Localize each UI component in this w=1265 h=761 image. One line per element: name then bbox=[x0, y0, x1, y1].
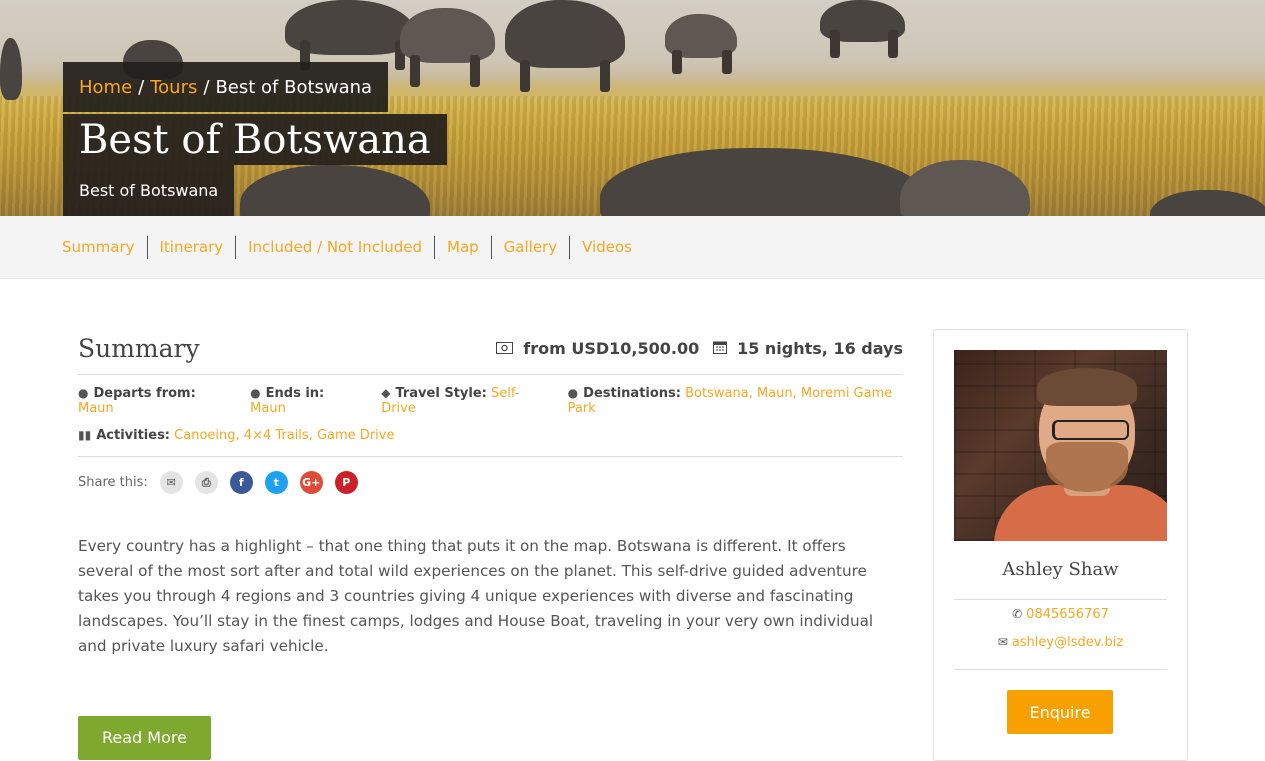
agent-email: ✉ ashley@lsdev.biz bbox=[934, 635, 1187, 650]
elephant-leg bbox=[520, 60, 530, 92]
tour-description: Every country has a highlight – that one… bbox=[78, 537, 874, 655]
money-icon bbox=[496, 341, 518, 358]
elephant-leg bbox=[470, 55, 480, 87]
price-fact: from USD10,500.00 bbox=[496, 339, 699, 358]
share-email-icon[interactable]: ✉ bbox=[159, 471, 183, 494]
envelope-icon: ✉ bbox=[997, 635, 1008, 649]
phone-icon: ✆ bbox=[1012, 607, 1023, 621]
globe-icon: ● bbox=[250, 386, 261, 400]
ends-label: Ends in: bbox=[265, 386, 325, 401]
comma: , bbox=[308, 427, 313, 443]
divider bbox=[954, 599, 1167, 600]
page-subtitle: Best of Botswana bbox=[63, 165, 235, 216]
departs-label: Departs from: bbox=[93, 386, 196, 401]
share-pinterest-icon[interactable]: P bbox=[334, 471, 358, 494]
summary-section: Summary from USD10,500.00 15 nights, 16 … bbox=[78, 328, 903, 761]
tab-videos[interactable]: Videos bbox=[569, 236, 644, 259]
breadcrumb-tours-link[interactable]: Tours bbox=[150, 77, 197, 98]
divider bbox=[954, 669, 1167, 670]
comma: , bbox=[235, 427, 240, 443]
agent-phone-link[interactable]: 0845656767 bbox=[1026, 607, 1109, 622]
breadcrumb: Home / Tours / Best of Botswana bbox=[63, 62, 389, 112]
destinations-label: Destinations: bbox=[583, 386, 681, 401]
tab-included[interactable]: Included / Not Included bbox=[235, 236, 434, 259]
breadcrumb-separator: / bbox=[203, 76, 210, 98]
elephant-leg bbox=[600, 60, 610, 92]
activities-label: Activities: bbox=[96, 427, 171, 443]
photo-hair bbox=[1037, 368, 1137, 406]
ends-meta: ● Ends in: Maun bbox=[250, 386, 357, 416]
price-text: from USD10,500.00 bbox=[523, 338, 700, 358]
agent-photo bbox=[954, 350, 1167, 541]
photo-glasses bbox=[1052, 420, 1129, 440]
duration-fact: 15 nights, 16 days bbox=[713, 339, 903, 358]
share-facebook-icon[interactable]: f bbox=[229, 471, 253, 494]
summary-title: Summary bbox=[78, 333, 200, 363]
calendar-icon bbox=[713, 341, 732, 358]
destination-link[interactable]: Maun bbox=[757, 386, 793, 401]
read-more-button[interactable]: Read More bbox=[78, 716, 211, 761]
style-meta: ◆ Travel Style: Self-Drive bbox=[381, 386, 543, 416]
agent-name: Ashley Shaw bbox=[1002, 559, 1119, 580]
tab-gallery[interactable]: Gallery bbox=[490, 236, 569, 259]
destination-link[interactable]: Botswana bbox=[685, 386, 749, 401]
tour-facts: from USD10,500.00 15 nights, 16 days bbox=[496, 339, 903, 358]
share-twitter-icon[interactable]: t bbox=[264, 471, 288, 494]
agent-phone: ✆ 0845656767 bbox=[934, 607, 1187, 622]
meta-row-locations: ● Departs from: Maun ● Ends in: Maun ◆ Trav… bbox=[78, 384, 903, 418]
elephant-leg bbox=[830, 30, 840, 58]
binoculars-icon: ▮▮ bbox=[78, 427, 92, 442]
breadcrumb-separator: / bbox=[138, 76, 145, 98]
breadcrumb-home-link[interactable]: Home bbox=[79, 77, 132, 98]
agent-email-link[interactable]: ashley@lsdev.biz bbox=[1012, 635, 1123, 650]
tour-meta: ● Departs from: Maun ● Ends in: Maun ◆ Trav… bbox=[78, 375, 903, 452]
departs-link[interactable]: Maun bbox=[78, 401, 114, 416]
share-label: Share this: bbox=[78, 475, 148, 490]
globe-icon: ● bbox=[78, 386, 89, 400]
breadcrumb-current: Best of Botswana bbox=[215, 76, 373, 98]
activities-meta: ▮▮ Activities: Canoeing, 4×4 Trails, Game… bbox=[78, 428, 394, 443]
tab-summary[interactable]: Summary bbox=[62, 236, 147, 259]
meta-row-activities: ▮▮ Activities: Canoeing, 4×4 Trails, Game… bbox=[78, 418, 903, 452]
ends-link[interactable]: Maun bbox=[250, 401, 286, 416]
activity-link[interactable]: Canoeing bbox=[174, 428, 235, 443]
tag-icon: ◆ bbox=[381, 386, 391, 400]
share-bar: Share this: ✉ ⎙ f t G+ P bbox=[78, 456, 903, 494]
duration-text: 15 nights, 16 days bbox=[737, 338, 903, 358]
hero-banner: Home / Tours / Best of Botswana Best of … bbox=[0, 0, 1265, 216]
departs-meta: ● Departs from: Maun bbox=[78, 386, 226, 416]
agent-card: Ashley Shaw ✆ 0845656767 ✉ ashley@lsdev.bi… bbox=[933, 329, 1188, 761]
elephant-leg bbox=[410, 55, 420, 87]
style-label: Travel Style: bbox=[395, 386, 487, 401]
destinations-meta: ● Destinations: Botswana, Maun, Moremi Ga… bbox=[568, 386, 903, 416]
enquire-button[interactable]: Enquire bbox=[1007, 690, 1113, 734]
summary-header: Summary from USD10,500.00 15 nights, 16 … bbox=[78, 328, 903, 375]
page-title: Best of Botswana bbox=[63, 114, 447, 165]
tab-map[interactable]: Map bbox=[434, 236, 491, 259]
comma: , bbox=[748, 386, 753, 401]
share-googleplus-icon[interactable]: G+ bbox=[299, 471, 323, 494]
tour-section-nav: Summary Itinerary Included / Not Include… bbox=[0, 216, 1265, 279]
comma: , bbox=[792, 386, 797, 401]
activity-link[interactable]: Game Drive bbox=[317, 428, 395, 443]
globe-icon: ● bbox=[567, 386, 579, 400]
elephant-leg bbox=[722, 50, 732, 74]
elephant-leg bbox=[672, 50, 682, 74]
photo-beard bbox=[1046, 442, 1128, 492]
share-print-icon[interactable]: ⎙ bbox=[194, 471, 218, 494]
activity-link[interactable]: 4×4 Trails bbox=[244, 428, 309, 443]
tab-itinerary[interactable]: Itinerary bbox=[146, 236, 236, 259]
elephant-leg bbox=[888, 30, 898, 58]
